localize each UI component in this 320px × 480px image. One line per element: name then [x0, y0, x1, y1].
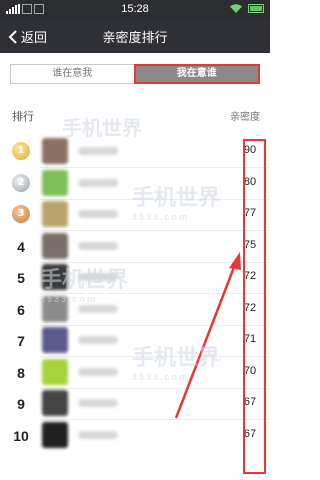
wifi-icon: [230, 4, 242, 13]
battery-icon: [248, 4, 264, 13]
contact-name-blurred: [78, 399, 118, 407]
rank-number: 9: [17, 396, 25, 412]
avatar[interactable]: [42, 169, 68, 196]
rank-number: 5: [17, 270, 25, 286]
watermark-logo: 手机世界 3533.com: [132, 185, 221, 222]
contact-name-blurred: [78, 147, 118, 155]
avatar[interactable]: [42, 232, 68, 259]
avatar[interactable]: [42, 201, 68, 227]
avatar[interactable]: [42, 421, 68, 448]
watermark-logo: 手机世界 3533.com: [132, 345, 221, 382]
intimacy-column-header: 亲密度: [230, 112, 260, 123]
rank-number: 7: [17, 333, 25, 349]
status-bar: 15:28: [0, 0, 270, 18]
contact-name-blurred: [78, 336, 118, 344]
bronze-medal-icon: 3: [12, 205, 30, 223]
rank-number: 6: [17, 301, 25, 318]
rank-number: 4: [17, 238, 25, 255]
rank-number: 8: [17, 364, 25, 381]
ranking-row[interactable]: 9 67: [0, 389, 270, 419]
tab-who-i-care[interactable]: 我在意谁: [133, 64, 260, 84]
gold-medal-icon: 1: [12, 142, 30, 160]
contact-name-blurred: [78, 241, 118, 250]
nav-bar: 返回 亲密度排行: [0, 18, 270, 53]
contact-name-blurred: [78, 210, 118, 218]
contact-name-blurred: [78, 367, 118, 376]
contact-name-blurred: [78, 430, 118, 439]
contact-name-blurred: [78, 304, 118, 313]
ranking-row[interactable]: 1 90: [0, 137, 270, 167]
ranking-row[interactable]: 10 67: [0, 421, 270, 451]
tab-who-cares-me[interactable]: 谁在意我: [10, 64, 134, 84]
page-title: 亲密度排行: [102, 31, 168, 46]
ranking-row[interactable]: 4 75: [0, 232, 270, 262]
avatar[interactable]: [42, 327, 68, 353]
rank-number: 1: [17, 145, 25, 156]
rank-column-header: 排行: [12, 110, 34, 123]
watermark-logo: 手机世界: [62, 118, 142, 140]
rank-number: 3: [17, 208, 25, 219]
avatar[interactable]: [42, 390, 68, 416]
contact-name-blurred: [78, 178, 118, 187]
rank-number: 2: [17, 176, 25, 188]
silver-medal-icon: 2: [12, 173, 30, 192]
tab-switcher: 谁在意我 我在意谁: [10, 64, 260, 84]
rank-number: 10: [13, 427, 29, 444]
avatar[interactable]: [42, 358, 68, 385]
avatar[interactable]: [42, 138, 68, 164]
score-highlight-box: [243, 139, 266, 474]
watermark-logo: 手机世界 3533.com: [40, 267, 129, 304]
